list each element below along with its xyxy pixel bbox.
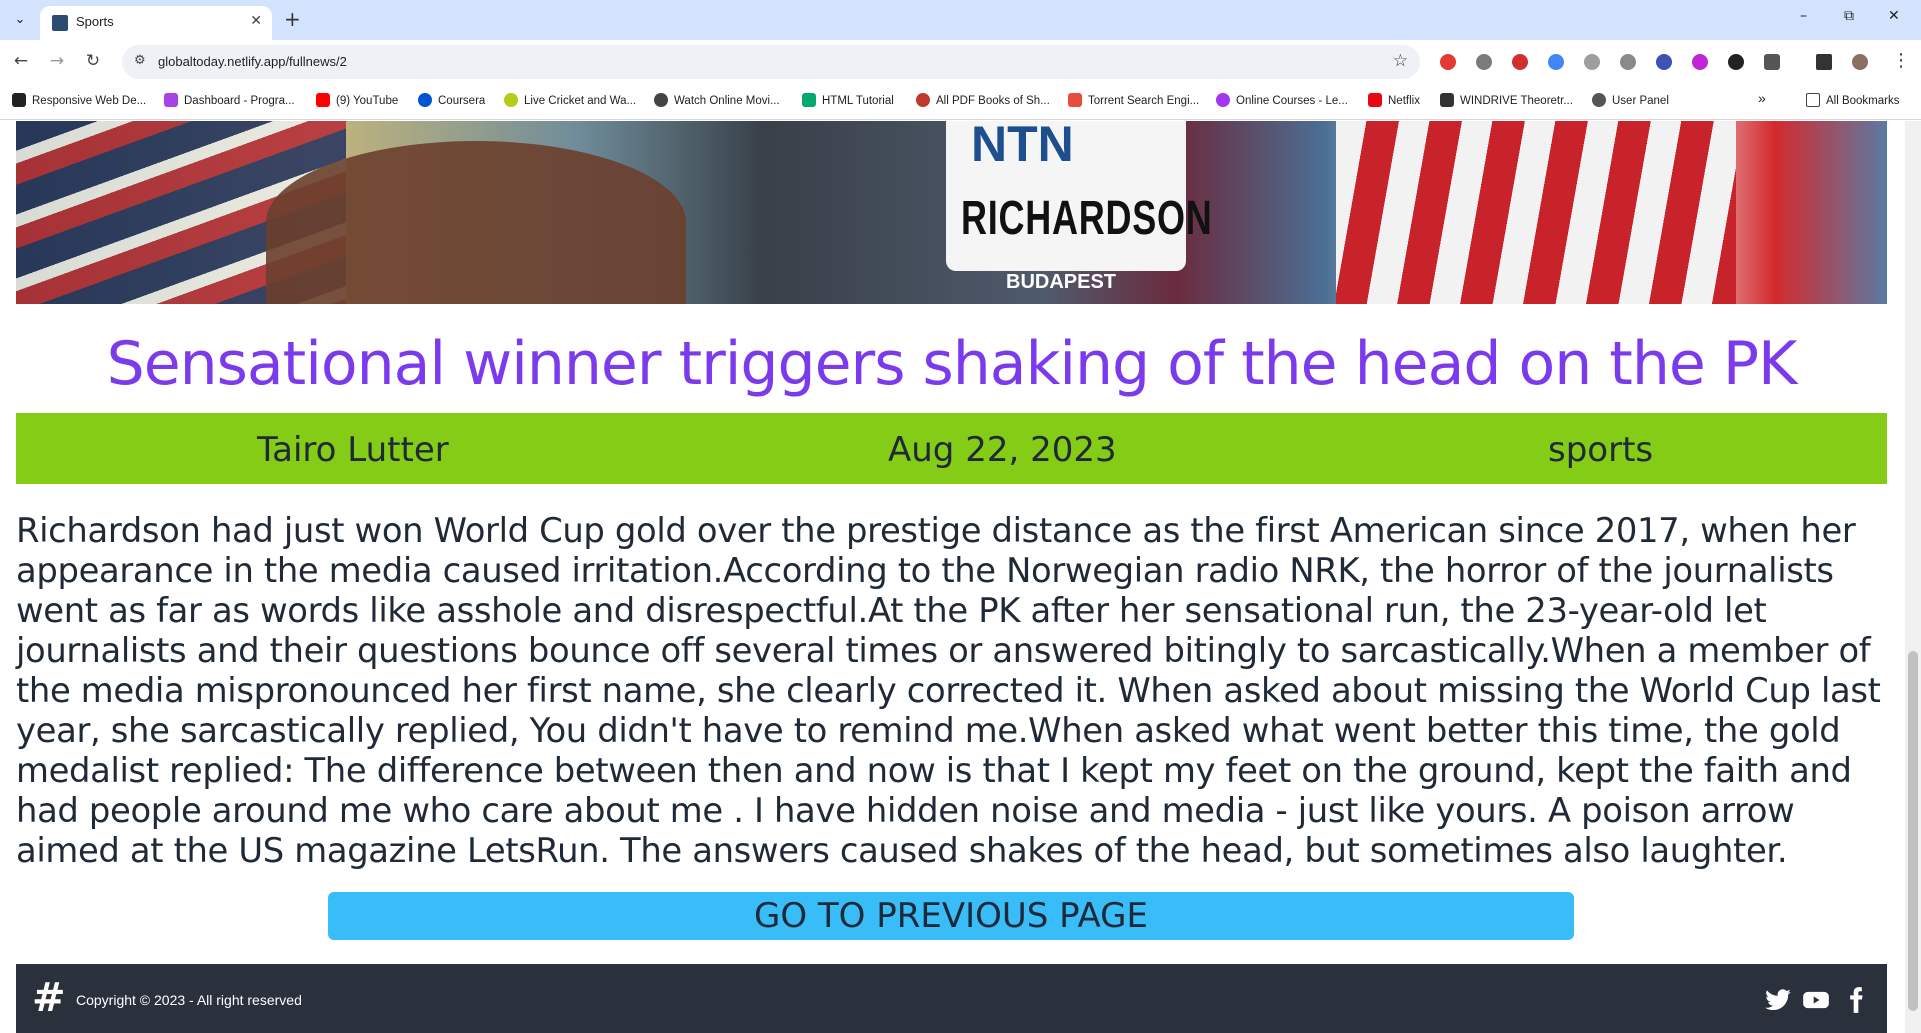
reload-icon[interactable]: ↻ <box>82 51 104 71</box>
facebook-icon[interactable] <box>1842 986 1870 1014</box>
all-bookmarks-folder[interactable]: All Bookmarks <box>1806 93 1900 107</box>
bookmark-item[interactable]: Live Cricket and Wa... <box>504 93 636 107</box>
language-extension-icon[interactable] <box>1656 54 1672 70</box>
bookmarks-bar: Responsive Web De... Dashboard - Progra.… <box>0 84 1921 120</box>
bookmark-item[interactable]: Responsive Web De... <box>12 93 146 107</box>
site-info-icon[interactable]: ⚙ <box>134 53 146 68</box>
mask-extension-icon[interactable] <box>1728 54 1744 70</box>
restore-button[interactable]: ⧉ <box>1844 8 1854 24</box>
bookmark-item[interactable]: WINDRIVE Theoretr... <box>1440 93 1573 107</box>
bookmark-item[interactable]: All PDF Books of Sh... <box>916 93 1050 107</box>
hashtag-logo-icon: # <box>32 975 66 1021</box>
tab-sports[interactable]: Sports ✕ <box>40 6 272 40</box>
bib-sponsor-text: NTN <box>971 121 1074 172</box>
bib-name-text: RICHARDSON <box>961 192 1213 245</box>
twitter-icon[interactable] <box>1764 986 1792 1014</box>
puzzle-extensions-icon[interactable] <box>1764 54 1780 70</box>
page-footer: # Copyright © 2023 - All right reserved <box>16 964 1887 1033</box>
article-author: Tairo Lutter <box>257 430 449 470</box>
bookmark-item[interactable]: Coursera <box>418 93 485 107</box>
side-panel-icon[interactable] <box>1816 54 1832 70</box>
article-date: Aug 22, 2023 <box>888 430 1117 470</box>
hero-image: NTN RICHARDSON BUDAPEST <box>16 121 1887 304</box>
minimize-button[interactable]: – <box>1800 8 1807 24</box>
translate-extension-icon[interactable] <box>1548 54 1564 70</box>
youtube-icon[interactable] <box>1802 986 1830 1014</box>
tab-strip: ⌄ Sports ✕ + – ⧉ ✕ <box>0 0 1921 40</box>
bookmark-item[interactable]: Online Courses - Le... <box>1216 93 1348 107</box>
bookmark-star-icon[interactable]: ☆ <box>1393 51 1408 71</box>
tab-close-icon[interactable]: ✕ <box>250 13 262 29</box>
arm-graphic <box>266 141 686 304</box>
article-headline: Sensational winner triggers shaking of t… <box>106 329 1798 399</box>
bookmark-item[interactable]: Watch Online Movi... <box>654 93 780 107</box>
bookmark-item[interactable]: Torrent Search Engi... <box>1068 93 1199 107</box>
bookmark-item[interactable]: Dashboard - Progra... <box>164 93 295 107</box>
bookmark-item[interactable]: Netflix <box>1368 93 1420 107</box>
article-category: sports <box>1548 430 1654 470</box>
new-tab-button[interactable]: + <box>284 8 301 30</box>
footer-copyright: Copyright © 2023 - All right reserved <box>76 992 302 1008</box>
scrollbar-thumb[interactable] <box>1908 651 1918 1011</box>
notification-extension-icon[interactable] <box>1512 54 1528 70</box>
go-to-previous-page-button[interactable]: GO TO PREVIOUS PAGE <box>328 892 1574 940</box>
article-meta-bar: Tairo Lutter Aug 22, 2023 sports <box>16 413 1887 484</box>
url-text[interactable]: globaltoday.netlify.app/fullnews/2 <box>158 54 347 69</box>
tab-title: Sports <box>76 14 114 29</box>
forward-icon[interactable]: → <box>46 51 68 71</box>
page-viewport: NTN RICHARDSON BUDAPEST Sensational winn… <box>0 121 1921 1033</box>
globe-extension-icon[interactable] <box>1584 54 1600 70</box>
adblock-extension-icon[interactable] <box>1440 54 1456 70</box>
tab-favicon-icon <box>52 15 68 31</box>
address-bar[interactable]: ⚙ globaltoday.netlify.app/fullnews/2 ☆ <box>122 45 1420 79</box>
close-window-button[interactable]: ✕ <box>1888 8 1900 24</box>
menu-kebab-icon[interactable]: ⋮ <box>1892 50 1910 71</box>
more-bookmarks-icon[interactable]: » <box>1758 90 1766 106</box>
extension-icon[interactable] <box>1476 54 1492 70</box>
page-scrollbar[interactable] <box>1905 121 1921 1033</box>
flag-right-graphic <box>1336 121 1736 304</box>
bib-city-text: BUDAPEST <box>1006 271 1117 293</box>
profile-avatar[interactable] <box>1852 54 1868 70</box>
tab-search-icon[interactable]: ⌄ <box>8 8 32 32</box>
bookmark-item[interactable]: User Panel <box>1592 93 1669 107</box>
bookmark-item[interactable]: (9) YouTube <box>316 93 398 107</box>
purple-extension-icon[interactable] <box>1692 54 1708 70</box>
browser-chrome: ⌄ Sports ✕ + – ⧉ ✕ ← → ↻ ⚙ globaltoday.n… <box>0 0 1921 120</box>
back-icon[interactable]: ← <box>10 51 32 71</box>
bug-extension-icon[interactable] <box>1620 54 1636 70</box>
bookmark-item[interactable]: HTML Tutorial <box>802 93 894 107</box>
browser-toolbar: ← → ↻ ⚙ globaltoday.netlify.app/fullnews… <box>0 40 1921 84</box>
article-body: Richardson had just won World Cup gold o… <box>16 511 1881 870</box>
